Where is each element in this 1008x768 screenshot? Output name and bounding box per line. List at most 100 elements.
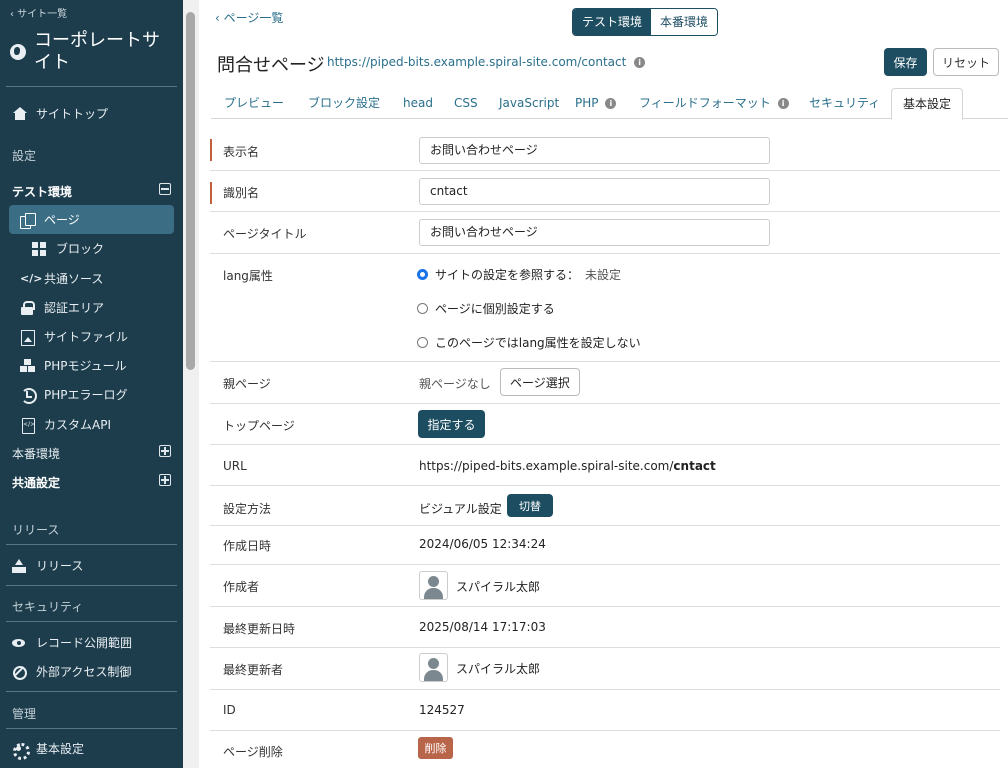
field-label: lang属性 bbox=[223, 269, 273, 283]
created-at-value: 2024/06/05 12:34:24 bbox=[419, 537, 546, 551]
lang-option-none[interactable]: このページではlang属性を設定しない bbox=[417, 334, 641, 351]
divider bbox=[6, 728, 177, 729]
history-icon bbox=[20, 387, 37, 404]
updated-at-value: 2025/08/14 17:17:03 bbox=[419, 620, 546, 634]
pages-icon bbox=[20, 212, 36, 229]
eye-icon bbox=[12, 636, 28, 650]
divider bbox=[6, 86, 177, 87]
tab-php[interactable]: PHP i bbox=[575, 88, 617, 119]
sidebar-scrollbar-thumb[interactable] bbox=[186, 12, 195, 370]
divider bbox=[6, 544, 177, 545]
field-label: 作成日時 bbox=[223, 539, 272, 553]
expand-icon[interactable] bbox=[159, 445, 171, 457]
sidebar-item-external-access[interactable]: 外部アクセス制御 bbox=[12, 663, 131, 680]
parent-page-value: 親ページなし bbox=[419, 377, 491, 391]
radio-icon[interactable] bbox=[417, 303, 428, 314]
sidebar-item-release[interactable]: リリース bbox=[12, 557, 83, 574]
form-row-parent: 親ページ 親ページなし ページ選択 bbox=[210, 362, 1000, 404]
site-header: コーポレートサイト bbox=[10, 30, 174, 74]
sidebar-item-common-source[interactable]: </> 共通ソース bbox=[20, 270, 103, 287]
tab-head[interactable]: head bbox=[403, 88, 433, 119]
page-title-input[interactable]: お問い合わせページ bbox=[419, 219, 770, 246]
select-page-button[interactable]: ページ選択 bbox=[500, 368, 580, 396]
tab-preview[interactable]: プレビュー bbox=[224, 88, 284, 119]
env-test-button[interactable]: テスト環境 bbox=[573, 9, 652, 35]
home-icon bbox=[12, 106, 28, 121]
site-list-link[interactable]: ‹ サイト一覧 bbox=[10, 5, 67, 20]
method-value: ビジュアル設定 bbox=[419, 502, 502, 516]
tab-basic-settings[interactable]: 基本設定 bbox=[891, 88, 964, 120]
sidebar-item-php-error-log[interactable]: PHPエラーログ bbox=[20, 386, 128, 404]
sidebar-item-auth-area[interactable]: 認証エリア bbox=[20, 299, 104, 316]
code-icon: </> bbox=[20, 271, 43, 285]
switch-button[interactable]: 切替 bbox=[507, 494, 553, 517]
form-row-lang: lang属性 サイトの設定を参照する： 未設定 ページに個別設定する このページ… bbox=[210, 254, 1000, 362]
field-label: 親ページ bbox=[223, 377, 271, 391]
globe-icon bbox=[10, 44, 26, 60]
set-top-page-button[interactable]: 指定する bbox=[418, 410, 485, 438]
form-row-created-by: 作成者 スパイラル太郎 bbox=[210, 565, 1000, 607]
sidebar-item-basic-settings[interactable]: 基本設定 bbox=[12, 740, 84, 760]
expand-icon[interactable] bbox=[159, 474, 171, 486]
image-icon bbox=[20, 329, 36, 346]
sidebar-group-test-env[interactable]: テスト環境 bbox=[12, 183, 72, 200]
info-icon: i bbox=[777, 98, 789, 109]
divider bbox=[6, 691, 177, 692]
section-security: セキュリティ bbox=[12, 600, 84, 614]
sidebar-item-pages[interactable]: ページ bbox=[20, 211, 80, 229]
tab-javascript[interactable]: JavaScript bbox=[499, 88, 559, 119]
avatar bbox=[419, 571, 448, 600]
radio-icon[interactable] bbox=[417, 337, 428, 348]
form-row-page-title: ページタイトル お問い合わせページ bbox=[210, 212, 1000, 254]
form-row-created-at: 作成日時 2024/06/05 12:34:24 bbox=[210, 526, 1000, 565]
page-list-link[interactable]: ‹ ページ一覧 bbox=[215, 9, 283, 26]
tab-bar: プレビュー ブロック設定 head CSS JavaScript PHP i フ… bbox=[211, 88, 1008, 120]
tab-field-format[interactable]: フィールドフォーマット i bbox=[639, 88, 789, 119]
form-row-id: ID 124527 bbox=[210, 690, 1000, 731]
info-icon: i bbox=[605, 98, 617, 109]
reset-button[interactable]: リセット bbox=[933, 48, 999, 76]
sidebar-item-php-modules[interactable]: PHPモジュール bbox=[20, 357, 127, 374]
form-row-delete: ページ削除 削除 bbox=[210, 731, 1000, 768]
field-label: ページタイトル bbox=[223, 227, 307, 241]
ban-icon bbox=[12, 665, 28, 680]
sidebar-item-blocks[interactable]: ブロック bbox=[32, 240, 104, 257]
save-button[interactable]: 保存 bbox=[884, 48, 927, 76]
main-content: ‹ ページ一覧 テスト環境 本番環境 問合せページ https://piped-… bbox=[199, 0, 1008, 768]
sidebar-group-prod-env[interactable]: 本番環境 bbox=[12, 445, 60, 462]
sidebar-group-common-settings[interactable]: 共通設定 bbox=[12, 474, 60, 491]
lang-option-inherit[interactable]: サイトの設定を参照する： 未設定 bbox=[417, 266, 621, 283]
info-icon[interactable]: i bbox=[634, 57, 646, 68]
field-label: URL bbox=[223, 459, 247, 473]
field-label: ページ削除 bbox=[223, 745, 283, 759]
sidebar-item-custom-api[interactable]: カスタムAPI bbox=[20, 416, 111, 434]
form-row-top-page: トップページ 指定する bbox=[210, 404, 1000, 445]
page-title: 問合せページ bbox=[217, 55, 325, 76]
environment-toggle: テスト環境 本番環境 bbox=[572, 8, 719, 36]
sidebar-item-site-files[interactable]: サイトファイル bbox=[20, 328, 128, 346]
form-row-method: 設定方法 ビジュアル設定 切替 bbox=[210, 486, 1000, 526]
env-prod-button[interactable]: 本番環境 bbox=[651, 9, 718, 35]
collapse-icon[interactable] bbox=[159, 183, 171, 195]
form-row-updated-at: 最終更新日時 2025/08/14 17:17:03 bbox=[210, 607, 1000, 648]
file-code-icon bbox=[20, 417, 36, 434]
field-label: 設定方法 bbox=[223, 502, 272, 516]
identifier-input[interactable]: cntact bbox=[419, 178, 770, 205]
field-label: ID bbox=[223, 703, 236, 717]
cubes-icon bbox=[20, 358, 36, 373]
created-by-value: スパイラル太郎 bbox=[456, 580, 541, 594]
divider bbox=[6, 585, 177, 586]
field-label: トップページ bbox=[223, 419, 295, 433]
sidebar-item-record-scope[interactable]: レコード公開範囲 bbox=[12, 634, 132, 651]
lang-option-custom[interactable]: ページに個別設定する bbox=[417, 300, 555, 317]
tab-security[interactable]: セキュリティ bbox=[809, 88, 880, 119]
display-name-input[interactable]: お問い合わせページ bbox=[419, 137, 770, 164]
blocks-icon bbox=[32, 241, 48, 256]
radio-checked-icon[interactable] bbox=[417, 269, 428, 280]
tab-css[interactable]: CSS bbox=[454, 88, 478, 119]
form-row-identifier: 識別名 cntact bbox=[210, 171, 1000, 212]
sidebar-item-site-top[interactable]: サイトトップ bbox=[12, 105, 108, 122]
page-url[interactable]: https://piped-bits.example.spiral-site.c… bbox=[327, 55, 646, 69]
delete-button[interactable]: 削除 bbox=[418, 737, 453, 759]
tab-block-settings[interactable]: ブロック設定 bbox=[308, 88, 380, 119]
